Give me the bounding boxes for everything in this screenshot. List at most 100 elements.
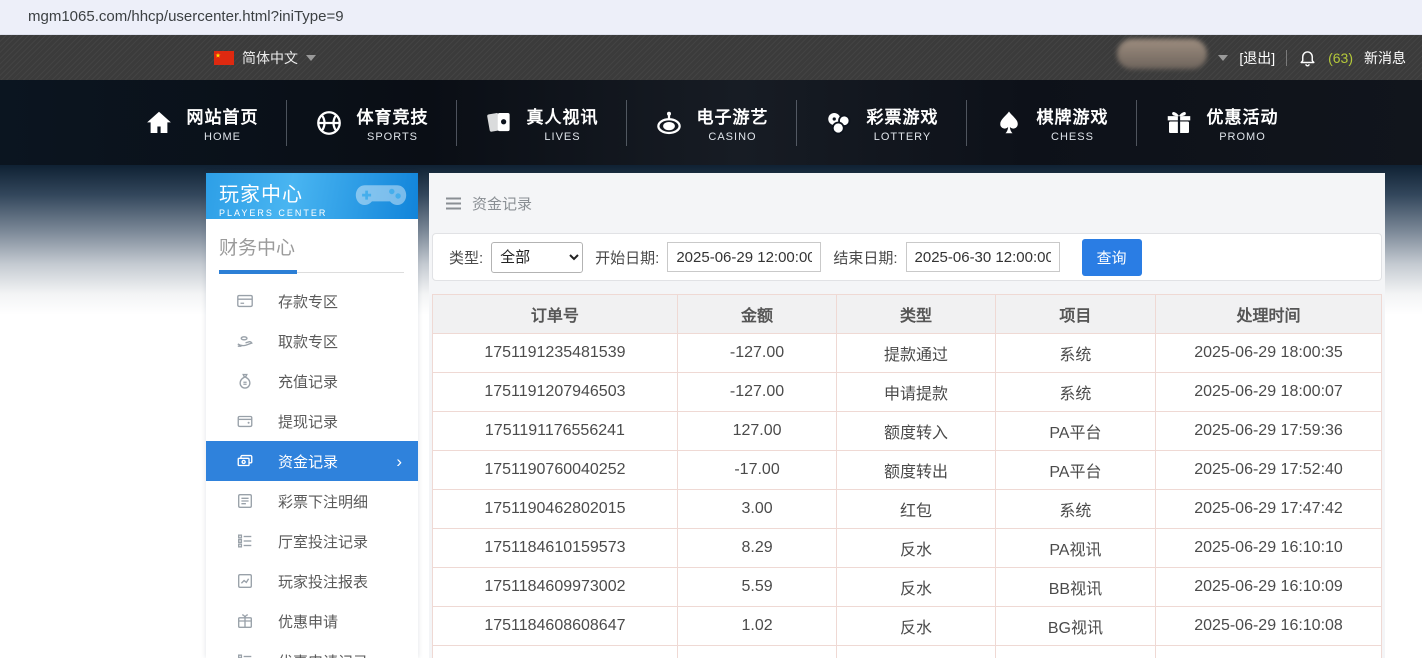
- language-label: 简体中文: [242, 48, 298, 68]
- chevron-down-icon: [306, 55, 316, 61]
- username-redacted[interactable]: [1117, 39, 1207, 69]
- table-cell: 8.29: [677, 529, 836, 568]
- nav-item-promo[interactable]: 优惠活动PROMO: [1136, 100, 1306, 146]
- new-messages-link[interactable]: 新消息: [1364, 48, 1406, 68]
- sidebar-item-hall-bet-records[interactable]: 厅室投注记录: [206, 521, 418, 561]
- list-icon: [236, 532, 254, 550]
- china-flag-icon: [214, 51, 234, 65]
- cards-icon: [484, 108, 514, 138]
- table-cell: 1751191207946503: [433, 373, 678, 412]
- table-cell: 2025-06-29 16:10:09: [1156, 568, 1382, 607]
- breadcrumb: 资金记录: [429, 173, 1385, 233]
- nav-item-sports[interactable]: 体育竞技SPORTS: [286, 100, 456, 146]
- table-cell: 2025-06-29 16:10:10: [1156, 529, 1382, 568]
- logout-link[interactable]: [退出]: [1239, 48, 1275, 68]
- type-select[interactable]: 全部: [491, 242, 583, 273]
- table-cell: [837, 646, 995, 658]
- end-date-input[interactable]: [906, 242, 1060, 272]
- column-header: 金额: [677, 295, 836, 334]
- table-cell: 127.00: [677, 412, 836, 451]
- nav-item-casino[interactable]: 电子游艺CASINO: [626, 100, 796, 146]
- search-button[interactable]: 查询: [1082, 239, 1142, 276]
- start-date-input[interactable]: [667, 242, 821, 272]
- nav-sublabel: LIVES: [527, 131, 599, 143]
- nav-label: 网站首页: [187, 103, 259, 128]
- nav-sublabel: CHESS: [1037, 131, 1109, 143]
- sidebar-item-label: 资金记录: [278, 451, 338, 472]
- table-cell: 1751184610159573: [433, 529, 678, 568]
- section-rule: [219, 269, 404, 273]
- table-row: 17511846099730025.59反水BB视讯2025-06-29 16:…: [433, 568, 1382, 607]
- sidebar-menu: 存款专区取款专区充值记录提现记录资金记录›彩票下注明细厅室投注记录玩家投注报表优…: [206, 281, 418, 658]
- table-cell: -127.00: [677, 334, 836, 373]
- table-cell: PA平台: [995, 451, 1155, 490]
- main-content: 资金记录 类型: 全部 开始日期: 结束日期: 查询 订单号金额类型项目处理时间…: [429, 173, 1385, 658]
- column-header: 订单号: [433, 295, 678, 334]
- table-cell: 额度转出: [837, 451, 995, 490]
- table-cell: 1751184608608647: [433, 607, 678, 646]
- menu-icon: [445, 196, 462, 211]
- sidebar-item-promo-apply[interactable]: 优惠申请: [206, 601, 418, 641]
- table-row: 17511904628020153.00红包系统2025-06-29 17:47…: [433, 490, 1382, 529]
- chevron-down-icon[interactable]: [1218, 55, 1228, 61]
- chevron-right-icon: ›: [396, 453, 402, 470]
- table-cell: [677, 646, 836, 658]
- gift-icon: [1164, 108, 1194, 138]
- sidebar-item-label: 提现记录: [278, 411, 338, 432]
- table-cell: 反水: [837, 529, 995, 568]
- end-date-label: 结束日期:: [833, 247, 897, 268]
- start-date-label: 开始日期:: [595, 247, 659, 268]
- table-cell: BB视讯: [995, 568, 1155, 607]
- nav-item-home[interactable]: 网站首页HOME: [117, 100, 286, 146]
- bell-icon[interactable]: [1298, 48, 1317, 67]
- gift-box-icon: [236, 612, 254, 630]
- money-bag-icon: [236, 372, 254, 390]
- sidebar-item-deposit-zone[interactable]: 存款专区: [206, 281, 418, 321]
- nav-label: 真人视讯: [527, 103, 599, 128]
- nav-label: 棋牌游戏: [1037, 103, 1109, 128]
- nav-sublabel: CASINO: [697, 131, 769, 143]
- chart-box-icon: [236, 572, 254, 590]
- document-icon: [236, 492, 254, 510]
- table-cell: -127.00: [677, 373, 836, 412]
- nav-item-lottery[interactable]: 彩票游戏LOTTERY: [796, 100, 966, 146]
- table-cell: 1751191176556241: [433, 412, 678, 451]
- table-cell: BG视讯: [995, 607, 1155, 646]
- column-header: 处理时间: [1156, 295, 1382, 334]
- language-selector[interactable]: 简体中文: [214, 48, 316, 68]
- table-cell: [995, 646, 1155, 658]
- sidebar-item-recharge-records[interactable]: 充值记录: [206, 361, 418, 401]
- table-row: 1751191235481539-127.00提款通过系统2025-06-29 …: [433, 334, 1382, 373]
- table-cell: 提款通过: [837, 334, 995, 373]
- message-count[interactable]: (63): [1328, 50, 1353, 66]
- sidebar-header: 玩家中心 PLAYERS CENTER: [206, 173, 418, 219]
- table-cell: 1751190760040252: [433, 451, 678, 490]
- table-cell: 2025-06-29 17:47:42: [1156, 490, 1382, 529]
- nav-item-lives[interactable]: 真人视讯 LIVES: [456, 100, 626, 146]
- sidebar-item-promo-apply-records[interactable]: 优惠申请记录: [206, 641, 418, 658]
- bank-card-icon: [236, 292, 254, 310]
- sidebar-item-withdraw-zone[interactable]: 取款专区: [206, 321, 418, 361]
- table-cell: 2025-06-29 17:52:40: [1156, 451, 1382, 490]
- main-nav: 网站首页HOME体育竞技SPORTS 真人视讯 LIVES 电子游艺CASINO彩票游…: [0, 80, 1422, 165]
- sidebar-item-lottery-bet-details[interactable]: 彩票下注明细: [206, 481, 418, 521]
- table-row: 1751190760040252-17.00额度转出PA平台2025-06-29…: [433, 451, 1382, 490]
- nav-sublabel: SPORTS: [357, 131, 429, 143]
- sidebar-item-player-bet-report[interactable]: 玩家投注报表: [206, 561, 418, 601]
- sidebar: 玩家中心 PLAYERS CENTER 财务中心 存款专区取款专区充值记录提现记…: [206, 173, 418, 658]
- funds-table-wrap: 订单号金额类型项目处理时间 1751191235481539-127.00提款通…: [432, 294, 1382, 658]
- table-cell: 1.02: [677, 607, 836, 646]
- table-cell: 反水: [837, 607, 995, 646]
- table-cell: 系统: [995, 490, 1155, 529]
- table-row: 17511846086086471.02反水BG视讯2025-06-29 16:…: [433, 607, 1382, 646]
- roulette-icon: [654, 108, 684, 138]
- nav-item-chess[interactable]: 棋牌游戏 CHESS: [966, 100, 1136, 146]
- table-row: 17511846101595738.29反水PA视讯2025-06-29 16:…: [433, 529, 1382, 568]
- browser-url-bar[interactable]: mgm1065.com/hhcp/usercenter.html?iniType…: [0, 0, 1422, 35]
- sidebar-item-funds-records[interactable]: 资金记录 ›: [206, 441, 418, 481]
- table-cell: -17.00: [677, 451, 836, 490]
- sports-ball-icon: [314, 108, 344, 138]
- sidebar-item-withdraw-records[interactable]: 提现记录: [206, 401, 418, 441]
- sidebar-item-label: 充值记录: [278, 371, 338, 392]
- table-cell: 3.00: [677, 490, 836, 529]
